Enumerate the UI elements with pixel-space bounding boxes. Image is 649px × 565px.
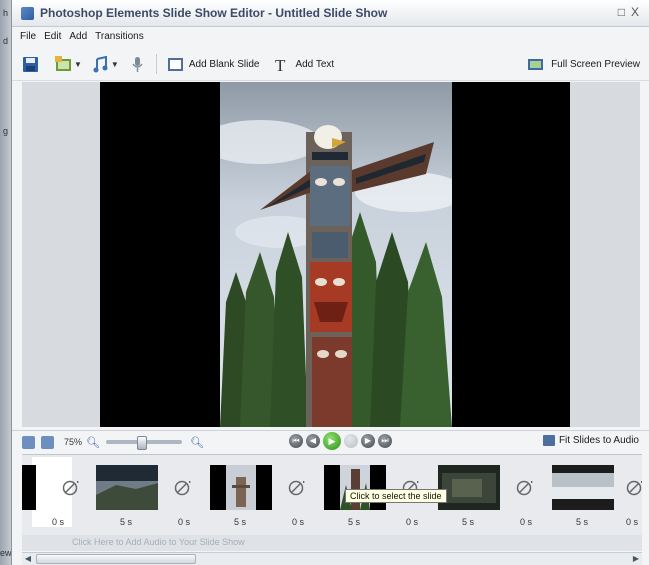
slide-duration[interactable]: 5 s [120, 517, 132, 527]
microphone-icon[interactable] [129, 56, 146, 73]
transport-buttons: ⏮ ◀ ▶ ▶ ⏭ [289, 432, 392, 450]
full-screen-preview-button[interactable]: Full Screen Preview [551, 59, 640, 70]
audio-track-placeholder: Click Here to Add Audio to Your Slide Sh… [72, 537, 245, 547]
window-title: Photoshop Elements Slide Show Editor - U… [40, 6, 388, 20]
fit-to-window-icon[interactable] [22, 435, 35, 449]
slide-duration[interactable]: 5 s [234, 517, 246, 527]
zoom-in-icon[interactable]: 🔍︎ [190, 436, 204, 449]
transition-icon[interactable] [516, 479, 534, 497]
fit-slides-to-audio-label: Fit Slides to Audio [558, 435, 639, 446]
transition-duration[interactable]: 0 s [178, 517, 190, 527]
slide-duration[interactable]: 5 s [462, 517, 474, 527]
tooltip: Click to select the slide [345, 489, 447, 503]
zoom-slider[interactable] [105, 436, 182, 450]
slide-thumbnail[interactable] [438, 465, 500, 510]
close-button[interactable]: X [631, 5, 639, 19]
actual-size-icon[interactable] [41, 435, 54, 449]
add-text-button[interactable]: Add Text [295, 59, 334, 70]
play-button[interactable]: ▶ [323, 432, 341, 450]
current-slide-image[interactable] [220, 82, 452, 427]
stop-button[interactable] [344, 434, 358, 448]
transition-icon[interactable] [174, 479, 192, 497]
toolbar: ▼ ▼ Add Blank Slide T Add Text Full Scre… [12, 48, 649, 81]
scrollbar-thumb[interactable] [36, 554, 196, 564]
transition-duration[interactable]: 0 s [52, 517, 64, 527]
background-text-fragment: d [2, 36, 8, 46]
preview-stage [22, 82, 640, 427]
last-slide-button[interactable]: ⏭ [378, 434, 392, 448]
menu-edit[interactable]: Edit [44, 31, 61, 42]
audio-track[interactable]: Click Here to Add Audio to Your Slide Sh… [22, 535, 642, 551]
svg-text:T: T [275, 56, 286, 73]
transition-icon[interactable] [288, 479, 306, 497]
slide-duration[interactable]: 5 s [576, 517, 588, 527]
slide-thumbnail[interactable] [552, 465, 614, 510]
transition-duration[interactable]: 0 s [292, 517, 304, 527]
scroll-left-icon[interactable]: ◀ [22, 553, 34, 565]
music-note-icon[interactable] [92, 55, 109, 73]
add-media-icon[interactable] [55, 55, 72, 73]
blank-slide-icon[interactable] [167, 56, 184, 73]
title-bar: Photoshop Elements Slide Show Editor - U… [12, 0, 649, 27]
window-controls: □ X [618, 5, 639, 19]
menu-transitions[interactable]: Transitions [95, 31, 144, 42]
add-blank-slide-button[interactable]: Add Blank Slide [189, 59, 260, 70]
chevron-down-icon[interactable]: ▼ [74, 60, 82, 69]
fit-slides-to-audio-button[interactable]: Fit Slides to Audio [542, 435, 639, 446]
slide-thumbnail[interactable] [210, 465, 272, 510]
transition-duration[interactable]: 0 s [406, 517, 418, 527]
slide-show-editor-window: Photoshop Elements Slide Show Editor - U… [11, 0, 649, 565]
next-slide-button[interactable]: ▶ [361, 434, 375, 448]
filmstrip: 0 s 5 s 0 s 5 s 0 s 5 s 0 s 5 s 0 s 5 s … [22, 454, 642, 535]
slide-thumbnail[interactable] [96, 465, 158, 510]
fit-to-audio-icon [542, 435, 555, 446]
playback-controls: 75% 🔍︎ 🔍︎ ⏮ ◀ ▶ ▶ ⏭ Fit Slides to Audio [12, 430, 649, 453]
zoom-out-icon[interactable]: 🔍︎ [86, 436, 100, 449]
menu-file[interactable]: File [20, 31, 36, 42]
background-text-fragment: g [2, 126, 8, 136]
transition-duration[interactable]: 0 s [626, 517, 638, 527]
scroll-right-icon[interactable]: ▶ [630, 553, 642, 565]
save-icon[interactable] [22, 56, 39, 73]
previous-slide-button[interactable]: ◀ [306, 434, 320, 448]
transition-icon[interactable] [626, 479, 642, 497]
horizontal-scrollbar[interactable]: ◀ ▶ [22, 552, 642, 565]
maximize-button[interactable]: □ [618, 5, 625, 19]
text-icon[interactable]: T [273, 56, 290, 75]
transition-duration[interactable]: 0 s [520, 517, 532, 527]
background-window-edge: h d g ew [0, 0, 12, 565]
background-text-fragment: h [2, 8, 8, 18]
transition-icon[interactable] [62, 479, 80, 497]
slide-thumbnail[interactable] [22, 465, 36, 510]
slide-thumbnail[interactable] [324, 465, 386, 510]
menu-bar: File Edit Add Transitions [12, 27, 649, 45]
zoom-slider-thumb[interactable] [136, 436, 147, 450]
zoom-level: 75% [64, 437, 83, 447]
menu-add[interactable]: Add [69, 31, 87, 42]
toolbar-separator [155, 54, 157, 74]
chevron-down-icon[interactable]: ▼ [111, 60, 119, 69]
background-text-fragment: ew [0, 548, 12, 558]
app-icon [21, 6, 34, 20]
full-screen-icon[interactable] [527, 56, 544, 73]
slide-duration[interactable]: 5 s [348, 517, 360, 527]
first-slide-button[interactable]: ⏮ [289, 434, 303, 448]
